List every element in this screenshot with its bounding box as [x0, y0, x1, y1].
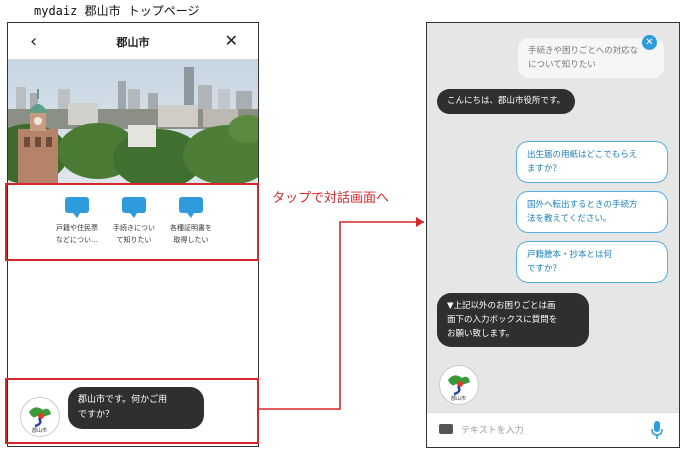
keyboard-icon[interactable] [439, 424, 453, 434]
bot-greeting-bubble: こんにちは、郡山市役所です。 [437, 89, 576, 114]
close-icon[interactable]: ✕ [642, 35, 657, 50]
suggestion-chip[interactable]: 国外へ転出するときの手続方 法を教えてください。 [516, 191, 668, 233]
message-input[interactable]: テキストを入力 [461, 423, 524, 436]
microphone-icon[interactable] [651, 421, 663, 443]
suggestion-chip[interactable]: 戸籍謄本・抄本とは何 ですか？ [516, 241, 668, 283]
message-input-bar: テキストを入力 [427, 412, 679, 447]
arrow-label: タップで対話画面へ [272, 191, 390, 206]
logo-text: 郡山市 [451, 396, 467, 402]
dialog-screen-phone: 手続きや困りごとへの対応な について知りたい ✕ こんにちは、郡山市役所です。 … [426, 22, 680, 448]
bot-notice-bubble: ▼上記以外のお困りごとは画 面下の入力ボックスに質問を お願い致します。 [437, 293, 589, 347]
suggestion-chip[interactable]: 出生届の用紙はどこでもらえ ますか？ [516, 141, 668, 183]
city-logo-icon: 郡山市 [439, 365, 479, 405]
